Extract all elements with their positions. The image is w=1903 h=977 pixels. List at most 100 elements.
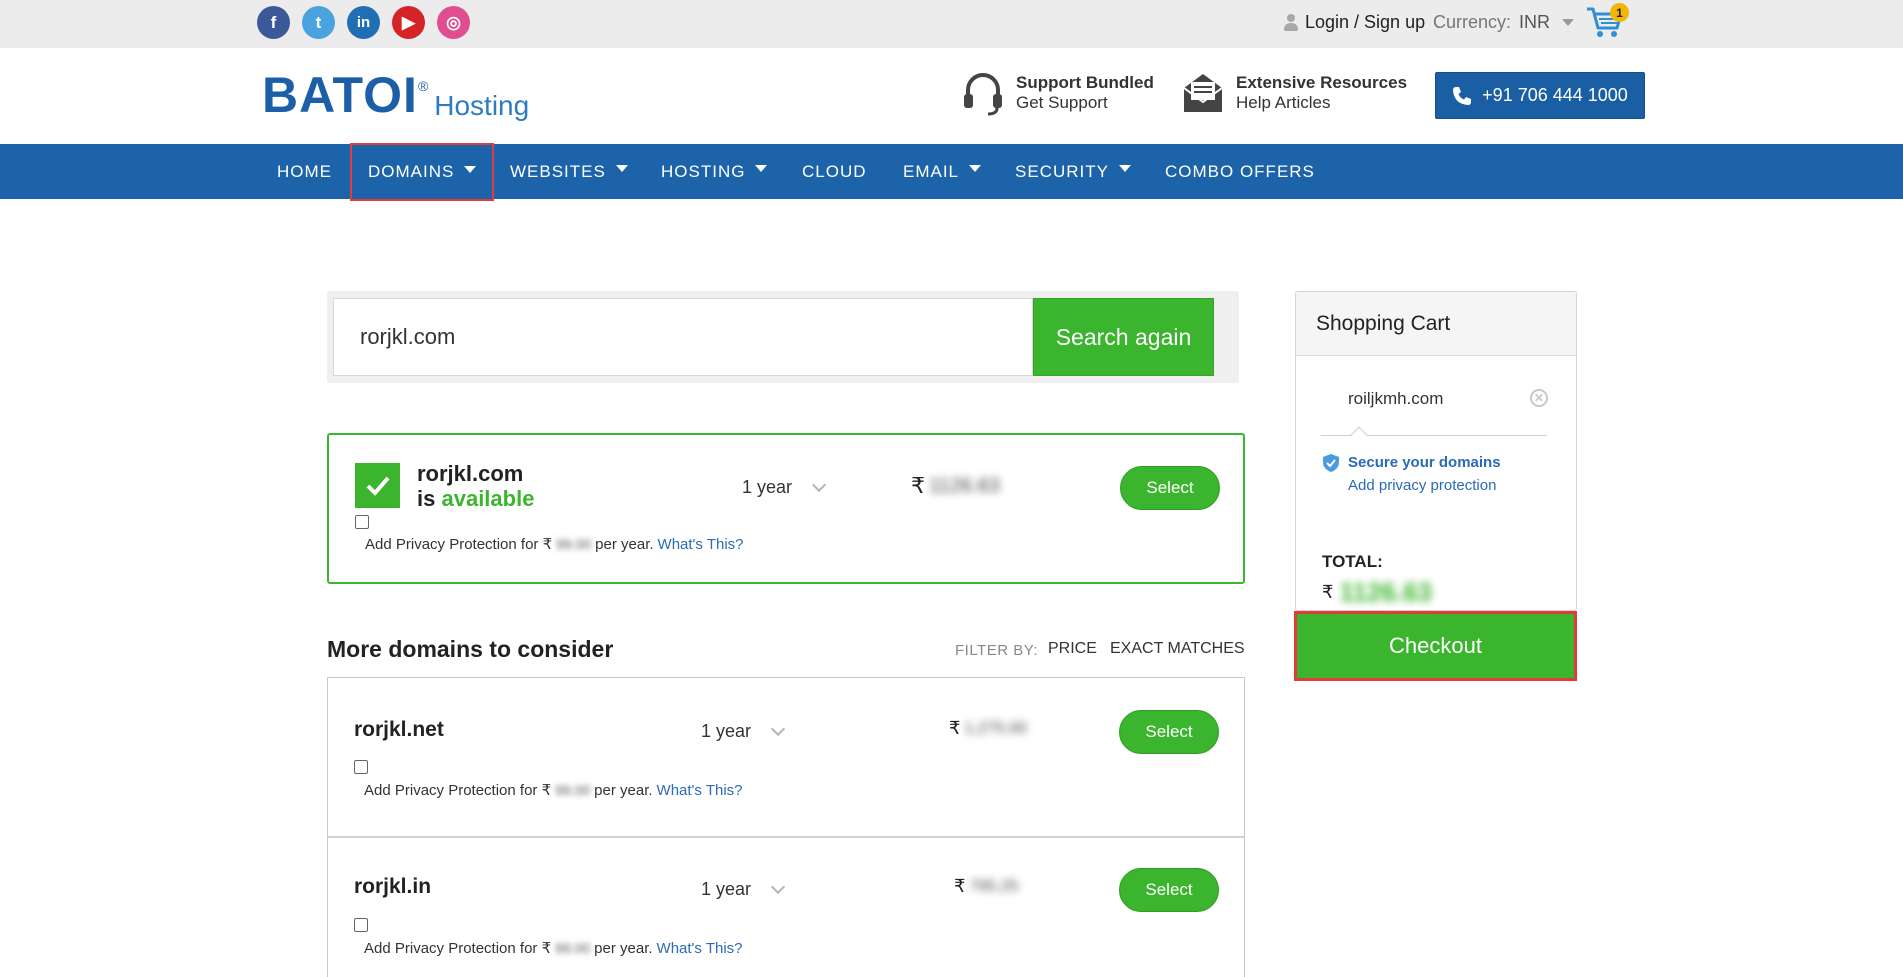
login-label: Login / Sign up — [1305, 12, 1426, 32]
nav-websites-label: WEBSITES — [510, 161, 606, 181]
whats-this-link[interactable]: What's This? — [657, 782, 743, 799]
nav-cloud[interactable]: CLOUD — [802, 144, 867, 199]
twitter-icon[interactable]: t — [302, 6, 335, 39]
resources-title: Extensive Resources — [1236, 73, 1408, 92]
suggestion-domain: rorjkl.net — [354, 718, 444, 741]
caret-down-icon — [464, 165, 477, 173]
nav-home-label: HOME — [277, 161, 332, 181]
currency-symbol: ₹ — [1322, 582, 1334, 602]
logo-wordmark: BATOI — [262, 67, 418, 123]
support-feature[interactable]: Support Bundled Get Support — [960, 70, 1154, 116]
filter-by-label: FILTER BY: — [955, 642, 1039, 659]
total-amount: ₹ 1126.63 — [1322, 577, 1432, 608]
headset-icon — [964, 73, 1002, 116]
privacy-suffix: per year. — [594, 781, 653, 799]
cart-divider-notch — [1350, 426, 1368, 444]
privacy-prefix: Add Privacy Protection for ₹ — [364, 782, 552, 799]
whats-this-link[interactable]: What's This? — [658, 536, 744, 553]
nav-hosting-label: HOSTING — [661, 161, 746, 181]
resources-subtitle: Help Articles — [1236, 93, 1331, 112]
nav-security[interactable]: SECURITY — [1015, 144, 1131, 199]
nav-combo-offers-label: COMBO OFFERS — [1165, 161, 1315, 181]
nav-home[interactable]: HOME — [277, 144, 332, 199]
phone-number: +91 706 444 1000 — [1482, 85, 1628, 105]
search-again-button[interactable]: Search again — [1033, 298, 1214, 376]
row-divider — [328, 836, 1244, 838]
result-status: available — [441, 486, 535, 511]
nav-domains[interactable]: DOMAINS — [350, 143, 495, 201]
phone-button[interactable]: +91 706 444 1000 — [1435, 72, 1645, 119]
nav-websites[interactable]: WEBSITES — [510, 144, 628, 199]
nav-email[interactable]: EMAIL — [903, 144, 982, 199]
linkedin-icon[interactable]: in — [347, 6, 380, 39]
total-value: 1126.63 — [1339, 577, 1433, 607]
suggestion-domain: rorjkl.in — [354, 875, 432, 898]
select-button[interactable]: Select — [1120, 466, 1220, 510]
period-select[interactable]: 1 year — [701, 879, 786, 900]
result-domain-name: rorjkl.com — [417, 461, 524, 486]
privacy-suffix: per year. — [595, 535, 654, 553]
nav-hosting[interactable]: HOSTING — [661, 144, 768, 199]
domain-result-card: rorjkl.com is available 1 year ₹ 1126.63… — [327, 433, 1245, 584]
add-privacy-link[interactable]: Add privacy protection — [1348, 477, 1496, 494]
price-value: 795.25 — [969, 877, 1019, 895]
domain-search-bar: rorjkl.com Search again — [327, 291, 1239, 383]
top-bar: f t in ▶ ◎ Login / Sign up Currency: INR… — [0, 0, 1903, 48]
period-value: 1 year — [701, 879, 752, 899]
result-price: ₹ 1126.63 — [911, 473, 1000, 499]
select-button[interactable]: Select — [1119, 710, 1219, 754]
resources-feature[interactable]: Extensive Resources Help Articles — [1180, 70, 1407, 116]
shopping-cart-panel: Shopping Cart roiljkmh.com ✕ Secure your… — [1295, 291, 1577, 611]
currency-symbol: ₹ — [954, 876, 966, 896]
facebook-icon[interactable]: f — [257, 6, 290, 39]
filter-exact-matches[interactable]: EXACT MATCHES — [1110, 640, 1245, 658]
brand-logo[interactable]: BATOI ® Hosting — [262, 67, 530, 123]
cart-item-domain: roiljkmh.com — [1348, 389, 1444, 408]
caret-down-icon — [1118, 165, 1131, 172]
whats-this-link[interactable]: What's This? — [657, 940, 743, 957]
instagram-icon[interactable]: ◎ — [437, 6, 470, 39]
select-button[interactable]: Select — [1119, 868, 1219, 912]
currency-label: Currency: — [1433, 12, 1512, 32]
caret-down-icon — [755, 165, 768, 172]
domain-suggestion-list: rorjkl.net 1 year ₹ 1,275.00 Select Add … — [327, 677, 1245, 977]
login-link[interactable]: Login / Sign up — [1283, 12, 1425, 33]
suggestion-price: ₹ 795.25 — [954, 876, 1018, 897]
privacy-checkbox[interactable] — [355, 515, 369, 529]
cart-title: Shopping Cart — [1296, 292, 1576, 356]
more-domains-title: More domains to consider — [327, 636, 614, 662]
privacy-checkbox[interactable] — [354, 760, 368, 774]
period-value: 1 year — [701, 721, 752, 741]
nav-combo-offers[interactable]: COMBO OFFERS — [1165, 144, 1315, 199]
nav-cloud-label: CLOUD — [802, 161, 867, 181]
nav-email-label: EMAIL — [903, 161, 960, 181]
phone-icon — [1453, 86, 1472, 105]
currency-selector[interactable]: Currency: INR — [1433, 12, 1575, 33]
registered-mark: ® — [417, 78, 429, 94]
filter-price[interactable]: PRICE — [1048, 640, 1097, 658]
period-select[interactable]: 1 year — [742, 477, 827, 498]
logo-subtitle: Hosting — [434, 90, 530, 121]
total-label: TOTAL: — [1322, 552, 1383, 571]
caret-down-icon — [969, 165, 982, 172]
domain-search-input[interactable]: rorjkl.com — [333, 298, 1033, 376]
privacy-price: 99.00 — [555, 782, 591, 798]
remove-item-icon[interactable]: ✕ — [1530, 389, 1548, 407]
period-value: 1 year — [742, 477, 793, 497]
secure-domains-link[interactable]: Secure your domains — [1348, 454, 1501, 471]
suggestion-price: ₹ 1,275.00 — [949, 718, 1027, 739]
privacy-checkbox[interactable] — [354, 918, 368, 932]
period-select[interactable]: 1 year — [701, 721, 786, 742]
support-title: Support Bundled — [1016, 73, 1154, 92]
privacy-prefix: Add Privacy Protection for ₹ — [364, 940, 552, 957]
privacy-offer: Add Privacy Protection for ₹ 99.00 per y… — [364, 939, 743, 958]
nav-domains-label: DOMAINS — [368, 162, 455, 181]
youtube-icon[interactable]: ▶ — [392, 6, 425, 39]
price-value: 1,275.00 — [964, 719, 1027, 737]
caret-down-icon — [615, 165, 628, 172]
user-icon — [1283, 13, 1299, 32]
privacy-prefix: Add Privacy Protection for ₹ — [365, 536, 553, 553]
envelope-icon — [1183, 74, 1223, 112]
checkout-button[interactable]: Checkout — [1294, 611, 1577, 681]
shield-icon — [1323, 454, 1339, 472]
